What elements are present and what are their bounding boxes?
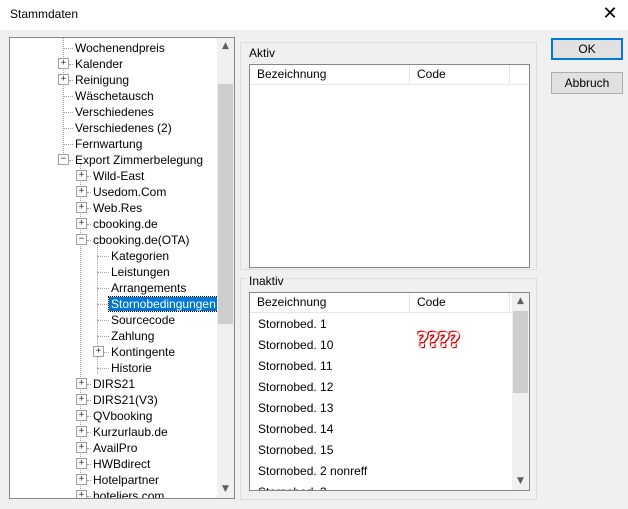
list-item[interactable]: Stornobed. 3 [258,482,327,490]
annotation-question-marks: ???? [417,328,460,352]
tree-item-dirs21-v3[interactable]: DIRS21(V3) [91,392,160,408]
collapse-icon[interactable]: − [58,154,69,165]
tree-item-cbooking-de[interactable]: cbooking.de [91,216,160,232]
inaktiv-list[interactable]: Bezeichnung Code Stornobed. 1 Stornobed.… [249,292,530,491]
inaktiv-list-header: Bezeichnung Code [250,293,529,313]
cancel-button[interactable]: Abbruch [551,72,623,94]
expand-icon[interactable]: + [76,490,87,498]
tree-item-dirs21[interactable]: DIRS21 [91,376,137,392]
tree-scrollbar[interactable]: ▲ ▼ [217,38,234,498]
tree-item-kontingente[interactable]: Kontingente [109,344,177,360]
list-item[interactable]: Stornobed. 15 [258,440,333,461]
tree-item-kalender[interactable]: Kalender [73,56,125,72]
column-header-bezeichnung[interactable]: Bezeichnung [250,65,410,84]
tree-item-zahlung[interactable]: Zahlung [109,328,156,344]
tree-item-fernwartung[interactable]: Fernwartung [73,136,144,152]
tree-guide [63,144,73,145]
scroll-down-icon[interactable]: ▼ [217,481,234,498]
column-header-bezeichnung[interactable]: Bezeichnung [250,293,410,312]
expand-icon[interactable]: + [76,442,87,453]
tree-guide [97,320,109,321]
tree-item-wild-east[interactable]: Wild-East [91,168,146,184]
tree-item-qvbooking[interactable]: QVbooking [91,408,154,424]
tree-guide [97,256,109,257]
tree-item-kategorien[interactable]: Kategorien [109,248,171,264]
expand-icon[interactable]: + [76,410,87,421]
tree-item-wochenendpreis[interactable]: Wochenendpreis [73,40,167,56]
tree-item-reinigung[interactable]: Reinigung [73,72,131,88]
expand-icon[interactable]: + [93,346,104,357]
window-title: Stammdaten [10,7,79,21]
tree-guide [63,112,73,113]
tree-item-waeschetausch[interactable]: Wäschetausch [73,88,156,104]
scroll-thumb[interactable] [513,311,528,393]
expand-icon[interactable]: + [76,458,87,469]
tree-item-hwbdirect[interactable]: HWBdirect [91,456,152,472]
tree-guide [97,272,109,273]
list-item[interactable]: Stornobed. 2 nonreff [258,461,367,482]
tree-item-web-res[interactable]: Web.Res [91,200,144,216]
title-bar: Stammdaten ✕ [0,0,628,30]
scroll-up-icon[interactable]: ▲ [217,38,234,55]
aktiv-group-label: Aktiv [247,46,278,60]
tree-guide [63,96,73,97]
expand-icon[interactable]: + [76,186,87,197]
collapse-icon[interactable]: − [76,234,87,245]
close-icon[interactable]: ✕ [600,3,620,25]
tree-item-verschiedenes-2[interactable]: Verschiedenes (2) [73,120,174,136]
expand-icon[interactable]: + [58,74,69,85]
tree-item-hotelpartner[interactable]: Hotelpartner [91,472,161,488]
tree-guide [63,48,73,49]
tree-guide [97,304,109,305]
tree-guide [63,128,73,129]
expand-icon[interactable]: + [76,170,87,181]
list-item[interactable]: Stornobed. 12 [258,377,333,398]
expand-icon[interactable]: + [76,394,87,405]
expand-icon[interactable]: + [76,202,87,213]
tree-item-export-zimmerbelegung[interactable]: Export Zimmerbelegung [73,152,205,168]
tree-item-leistungen[interactable]: Leistungen [109,264,172,280]
tree-item-kurzurlaub-de[interactable]: Kurzurlaub.de [91,424,170,440]
tree-item-stornobedingungen[interactable]: Stornobedingungen [108,296,219,312]
list-item[interactable]: Stornobed. 13 [258,398,333,419]
tree-guide [97,288,109,289]
tree-guide [97,336,109,337]
expand-icon[interactable]: + [76,426,87,437]
scroll-thumb[interactable] [218,84,233,324]
tree-item-verschiedenes[interactable]: Verschiedenes [73,104,156,120]
tree-item-historie[interactable]: Historie [109,360,154,376]
tree-item-availpro[interactable]: AvailPro [91,440,139,456]
scroll-down-icon[interactable]: ▼ [512,473,529,490]
tree-guide [97,368,109,369]
inaktiv-scrollbar[interactable]: ▲ ▼ [512,293,529,490]
list-item[interactable]: Stornobed. 10 [258,335,333,356]
tree-item-sourcecode[interactable]: Sourcecode [109,312,177,328]
expand-icon[interactable]: + [76,378,87,389]
list-item[interactable]: Stornobed. 11 [258,356,333,377]
tree-item-usedom-com[interactable]: Usedom.Com [91,184,168,200]
aktiv-list[interactable]: Bezeichnung Code [249,64,530,268]
aktiv-list-header: Bezeichnung Code [250,65,529,85]
scroll-up-icon[interactable]: ▲ [512,293,529,310]
inaktiv-group-label: Inaktiv [247,274,286,288]
tree-item-cbooking-de-ota[interactable]: cbooking.de(OTA) [91,232,192,248]
expand-icon[interactable]: + [58,58,69,69]
expand-icon[interactable]: + [76,218,87,229]
column-header-code[interactable]: Code [410,293,510,312]
tree-item-hoteliers-com[interactable]: hoteliers.com [91,488,166,498]
list-item[interactable]: Stornobed. 1 [258,314,327,335]
column-header-code[interactable]: Code [410,65,510,84]
tree-item-arrangements[interactable]: Arrangements [109,280,188,296]
master-data-tree[interactable]: Wochenendpreis + Kalender + Reinigung Wä… [9,37,235,499]
list-item[interactable]: Stornobed. 14 [258,419,333,440]
ok-button[interactable]: OK [551,38,623,60]
expand-icon[interactable]: + [76,474,87,485]
